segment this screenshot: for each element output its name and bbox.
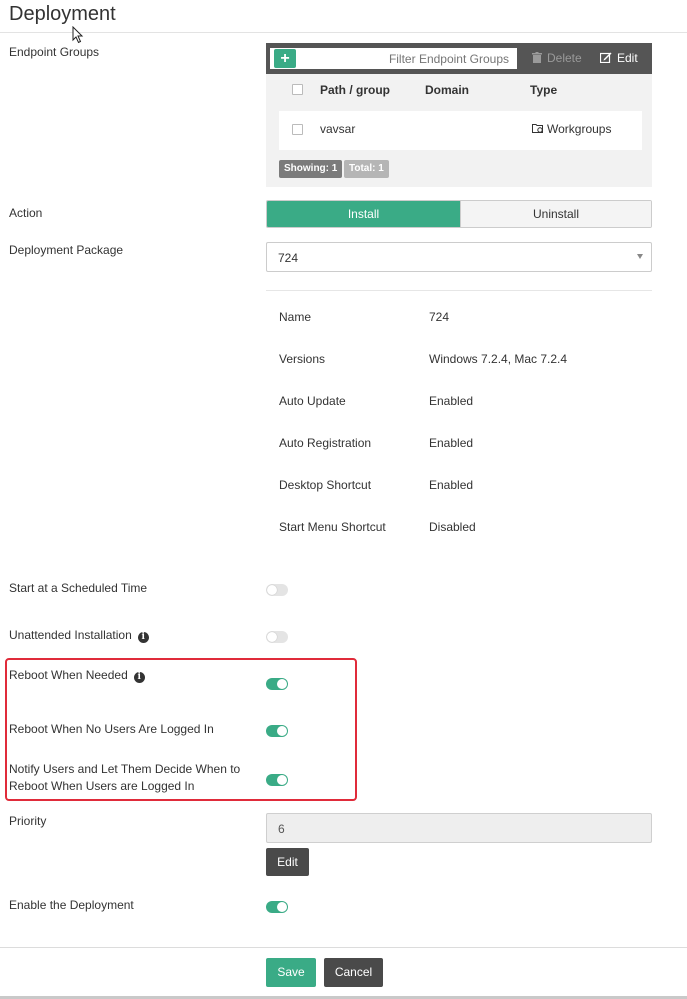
title-divider [0, 32, 687, 33]
add-endpoint-group-button[interactable]: + [274, 49, 296, 68]
mouse-cursor-icon [72, 26, 84, 44]
package-detail-value: 724 [429, 310, 450, 324]
package-detail-key: Name [279, 310, 312, 324]
delete-label: Delete [547, 51, 582, 65]
package-detail-key: Start Menu Shortcut [279, 520, 386, 534]
package-detail-value: Disabled [429, 520, 476, 534]
chevron-down-icon [637, 254, 643, 259]
notify-users-label-line1: Notify Users and Let Them Decide When to [9, 762, 241, 776]
package-detail-key: Desktop Shortcut [279, 478, 372, 492]
select-all-checkbox[interactable] [292, 84, 303, 95]
unattended-installation-toggle[interactable] [266, 631, 288, 643]
notify-users-label: Notify Users and Let Them Decide When to… [9, 761, 240, 795]
edit-endpoint-group-button[interactable]: Edit [599, 51, 638, 65]
package-detail-key: Versions [279, 352, 326, 366]
workgroup-icon [532, 124, 543, 133]
cancel-button[interactable]: Cancel [324, 958, 383, 987]
start-scheduled-label: Start at a Scheduled Time [9, 581, 148, 595]
reboot-no-users-label: Reboot When No Users Are Logged In [9, 722, 214, 736]
package-divider [266, 290, 652, 291]
deployment-package-select[interactable]: 724 [266, 242, 652, 272]
column-header-path[interactable]: Path / group [320, 83, 390, 97]
edit-icon [599, 52, 612, 64]
enable-deployment-label: Enable the Deployment [9, 898, 134, 912]
column-header-type[interactable]: Type [530, 83, 557, 97]
endpoint-groups-toolbar: + Delete Edit [266, 43, 652, 74]
toggle-knob [277, 679, 287, 689]
install-button[interactable]: Install [267, 201, 460, 227]
action-label: Action [9, 206, 43, 220]
row-path: vavsar [320, 122, 356, 136]
reboot-needed-label-text: Reboot When Needed [9, 668, 128, 682]
save-button[interactable]: Save [266, 958, 316, 987]
start-scheduled-toggle[interactable] [266, 584, 288, 596]
priority-field: 6 [266, 813, 652, 843]
toggle-knob [267, 585, 277, 595]
row-type-label: Workgroups [547, 122, 612, 136]
delete-endpoint-group-button[interactable]: Delete [532, 51, 582, 65]
priority-value: 6 [278, 822, 285, 836]
toggle-knob [267, 632, 277, 642]
table-row[interactable]: vavsar Workgroups [279, 111, 642, 150]
info-icon[interactable]: i [133, 672, 145, 683]
endpoint-groups-header: Path / group Domain Type [266, 81, 652, 103]
total-badge: Total: 1 [344, 160, 389, 178]
package-detail-value: Enabled [429, 436, 474, 450]
endpoint-groups-panel: + Delete Edit Path / group Domain Type v… [266, 43, 652, 187]
package-detail-value: Enabled [429, 394, 474, 408]
package-detail-value: Windows 7.2.4, Mac 7.2.4 [429, 352, 568, 366]
row-type: Workgroups [532, 122, 611, 136]
package-detail-key: Auto Update [279, 394, 346, 408]
package-detail-value: Enabled [429, 478, 474, 492]
reboot-no-users-toggle[interactable] [266, 725, 288, 737]
package-detail-key: Auto Registration [279, 436, 372, 450]
column-header-domain[interactable]: Domain [425, 83, 469, 97]
priority-label: Priority [9, 814, 47, 828]
uninstall-button[interactable]: Uninstall [460, 201, 651, 227]
toggle-knob [277, 726, 287, 736]
toggle-knob [277, 902, 287, 912]
row-checkbox[interactable] [292, 124, 303, 135]
priority-edit-button[interactable]: Edit [266, 848, 309, 876]
edit-label: Edit [617, 51, 638, 65]
endpoint-groups-label: Endpoint Groups [9, 45, 100, 59]
selected-package: 724 [278, 251, 299, 265]
action-segmented-control: Install Uninstall [266, 200, 652, 228]
trash-icon [532, 52, 542, 63]
unattended-label-text: Unattended Installation [9, 628, 132, 642]
reboot-when-needed-label: Reboot When Needed i [9, 667, 145, 684]
footer-divider [0, 947, 687, 948]
filter-endpoint-groups-input[interactable] [270, 48, 517, 69]
enable-deployment-toggle[interactable] [266, 901, 288, 913]
info-icon[interactable]: i [137, 632, 149, 643]
unattended-installation-label: Unattended Installation i [9, 627, 149, 644]
showing-badge: Showing: 1 [279, 160, 343, 178]
notify-users-toggle[interactable] [266, 774, 288, 786]
deployment-package-label: Deployment Package [9, 243, 124, 257]
notify-users-label-line2: Reboot When Users are Logged In [9, 779, 195, 793]
page-title: Deployment [9, 3, 116, 25]
reboot-when-needed-toggle[interactable] [266, 678, 288, 690]
toggle-knob [277, 775, 287, 785]
